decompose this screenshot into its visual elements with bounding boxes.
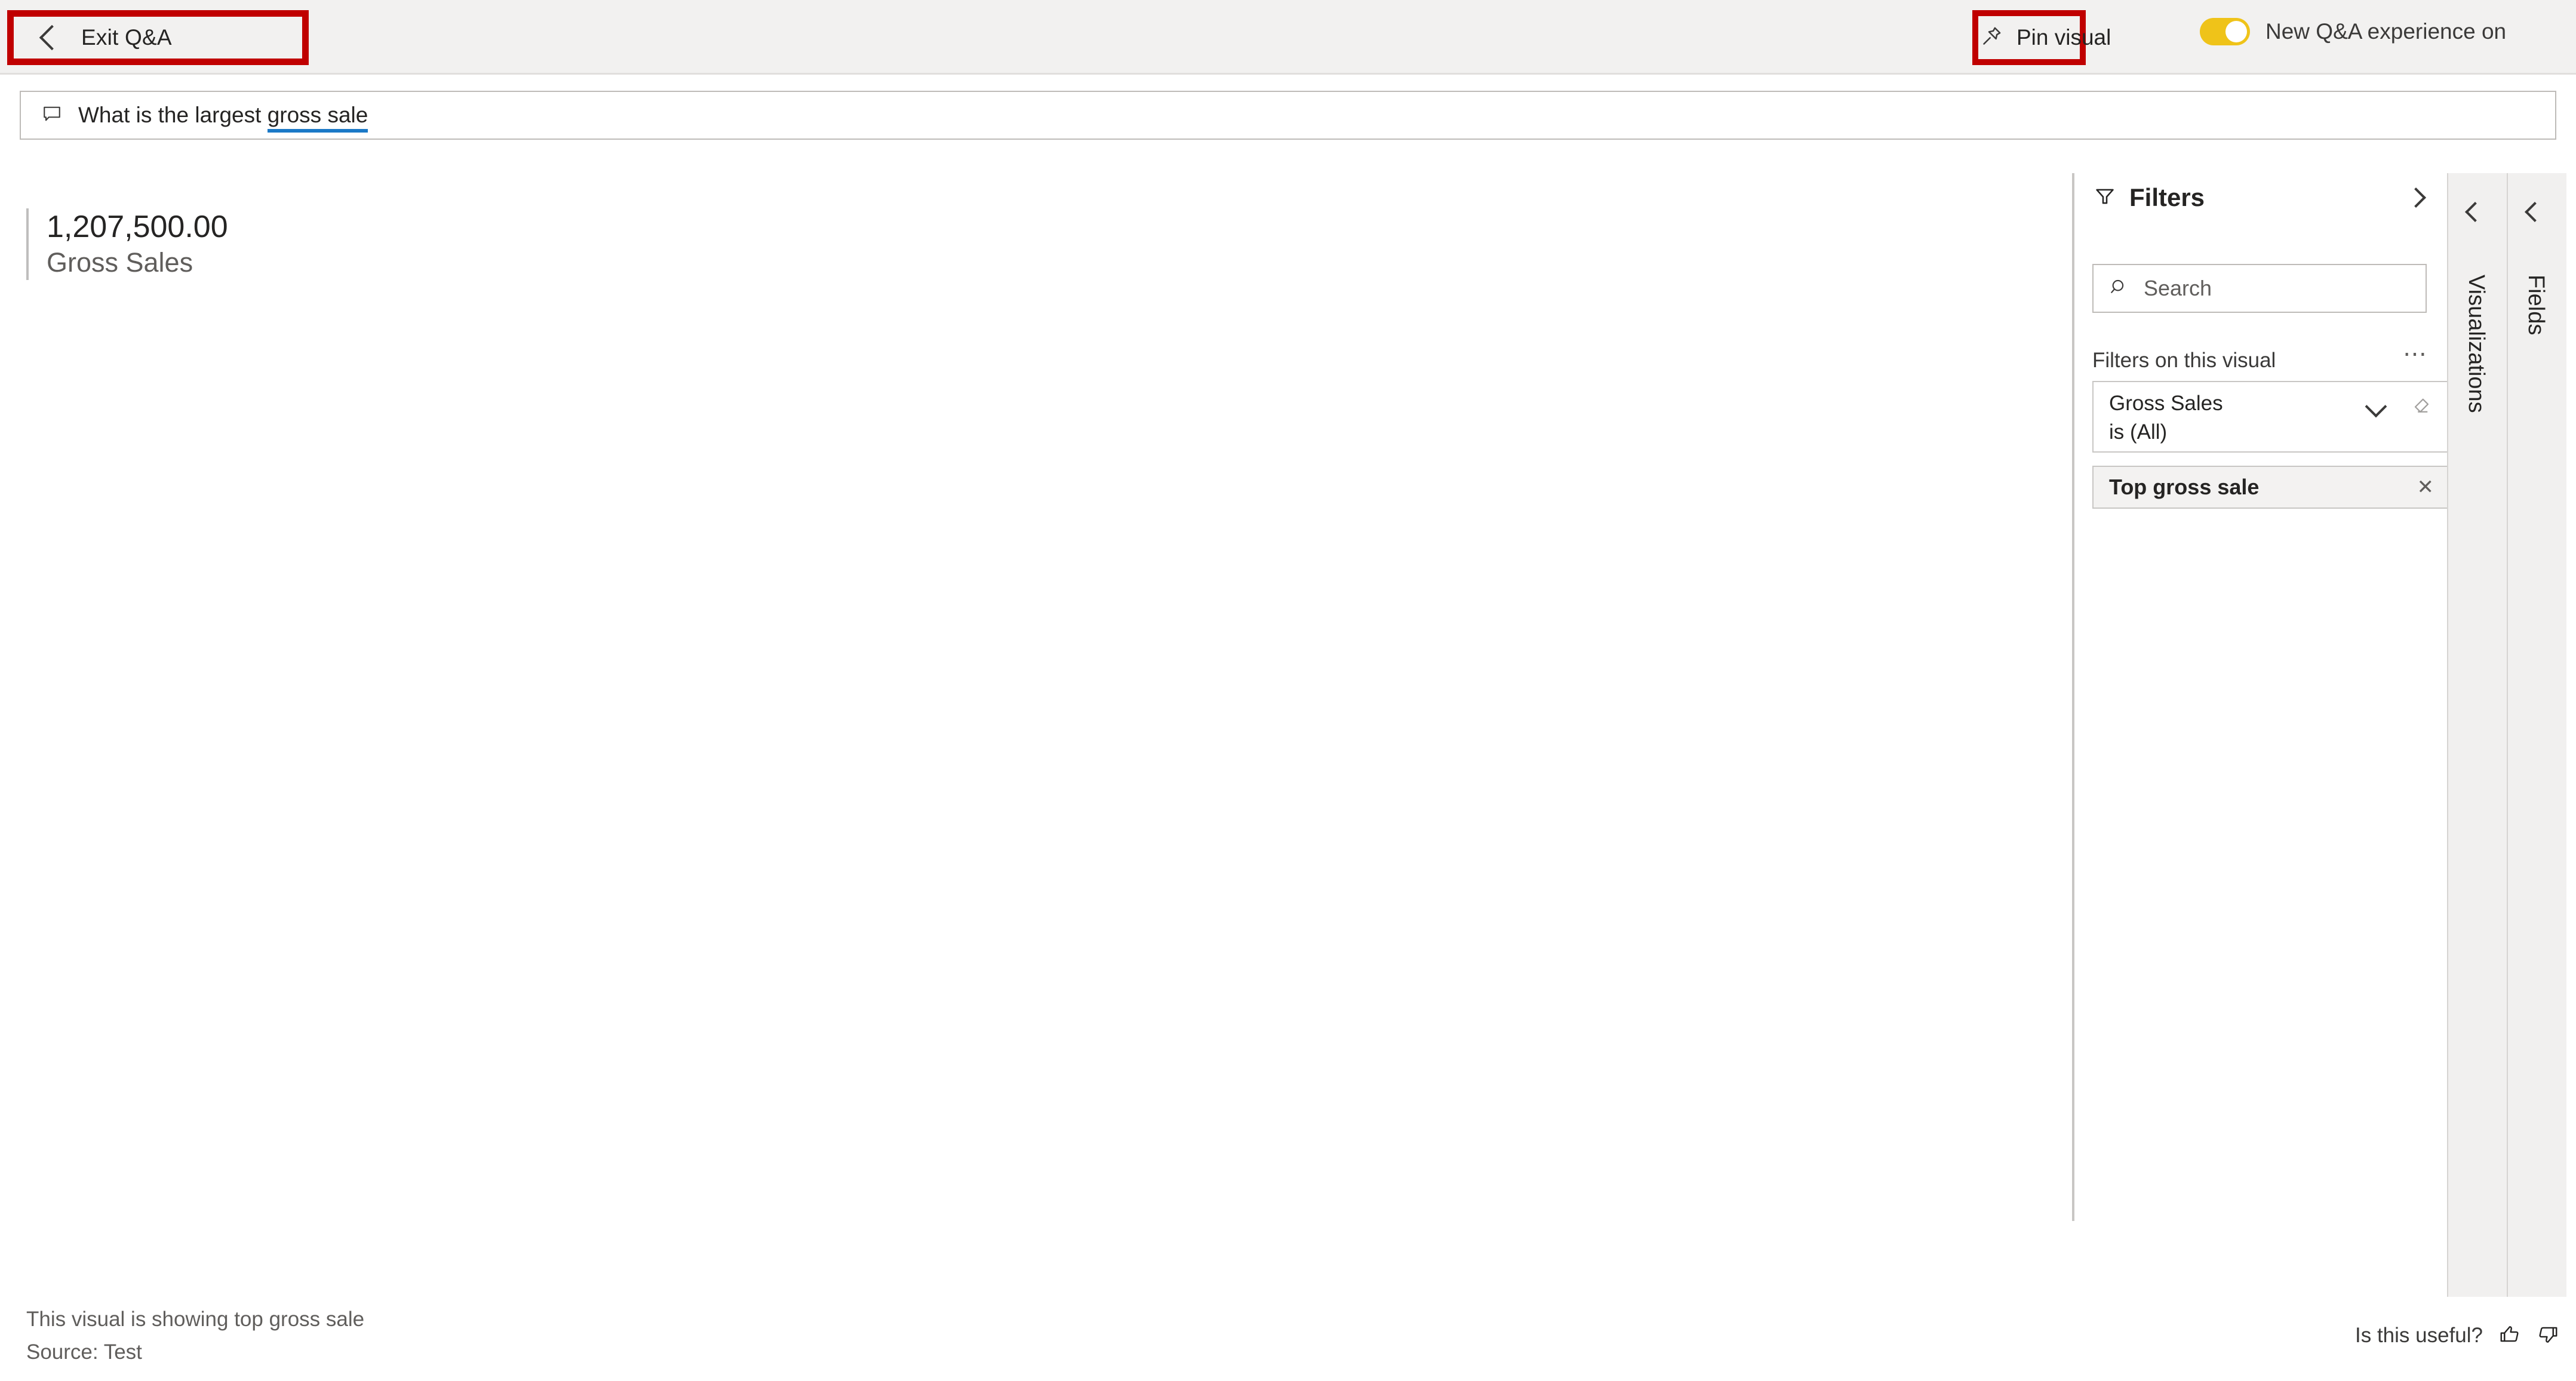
feedback-label: Is this useful?: [2355, 1323, 2483, 1347]
filters-pane: Filters Search Filters on this visual ⋯ …: [2072, 173, 2451, 1221]
visual-description-source: Source: Test: [26, 1340, 142, 1364]
card-visual[interactable]: 1,207,500.00 Gross Sales: [26, 208, 228, 281]
visual-description-line1: This visual is showing top gross sale: [26, 1308, 365, 1331]
card-value: 1,207,500.00: [47, 210, 228, 244]
chevron-down-icon[interactable]: [2365, 395, 2387, 418]
question-recognized-term: gross sale: [267, 103, 368, 133]
exit-qa-label: Exit Q&A: [81, 25, 172, 50]
question-text: What is the largest gross sale: [78, 103, 368, 133]
thumbs-down-icon: [2537, 1323, 2559, 1348]
close-icon[interactable]: ✕: [2417, 475, 2434, 499]
new-qa-experience-toggle[interactable]: New Q&A experience on: [2200, 18, 2506, 45]
question-prefix: What is the largest: [78, 103, 268, 127]
filter-chip-label: Top gross sale: [2109, 475, 2260, 499]
filters-section-label: Filters on this visual: [2092, 349, 2276, 372]
filters-search-placeholder: Search: [2144, 276, 2212, 300]
fields-panel-label: Fields: [2523, 275, 2549, 336]
feedback-row: Is this useful?: [2355, 1323, 2559, 1348]
filter-card-field: Gross Sales: [2109, 392, 2223, 415]
filters-title: Filters: [2129, 183, 2205, 211]
thumbs-down-button[interactable]: [2537, 1323, 2559, 1348]
chevron-right-icon: [2406, 187, 2426, 208]
filters-expand-button[interactable]: [2404, 186, 2428, 210]
question-input[interactable]: What is the largest gross sale: [20, 91, 2556, 140]
filters-header: Filters: [2094, 183, 2428, 212]
chevron-left-icon[interactable]: [2465, 202, 2485, 222]
eraser-icon[interactable]: [2410, 395, 2431, 420]
filter-card-condition: is (All): [2109, 420, 2168, 444]
fields-panel-collapsed[interactable]: Fields: [2507, 173, 2566, 1297]
filter-chip-top-gross-sale[interactable]: Top gross sale ✕: [2092, 466, 2451, 509]
filters-search-input[interactable]: Search: [2092, 264, 2427, 313]
toggle-switch[interactable]: [2200, 18, 2250, 45]
visualizations-panel-collapsed[interactable]: Visualizations: [2447, 173, 2507, 1297]
chevron-left-icon[interactable]: [2525, 202, 2545, 222]
visual-description: This visual is showing top gross sale So…: [26, 1303, 364, 1369]
speech-bubble-icon: [41, 103, 63, 128]
pin-visual-label: Pin visual: [2016, 25, 2111, 50]
exit-qa-button[interactable]: Exit Q&A: [18, 20, 299, 56]
card-label: Gross Sales: [47, 247, 193, 278]
top-toolbar: Exit Q&A Pin visual New Q&A experience o…: [0, 0, 2576, 75]
pin-icon: [1979, 24, 2003, 51]
filter-funnel-icon: [2094, 185, 2116, 211]
pin-visual-button[interactable]: Pin visual: [1979, 17, 2111, 59]
thumbs-up-icon: [2498, 1323, 2521, 1348]
toggle-label: New Q&A experience on: [2265, 19, 2507, 44]
thumbs-up-button[interactable]: [2498, 1323, 2521, 1348]
filter-card-gross-sales[interactable]: Gross Sales is (All): [2092, 381, 2451, 453]
chevron-left-icon: [39, 24, 65, 51]
filters-more-menu-button[interactable]: ⋯: [2403, 342, 2429, 366]
visualizations-panel-label: Visualizations: [2464, 275, 2489, 413]
search-icon: [2109, 277, 2129, 300]
